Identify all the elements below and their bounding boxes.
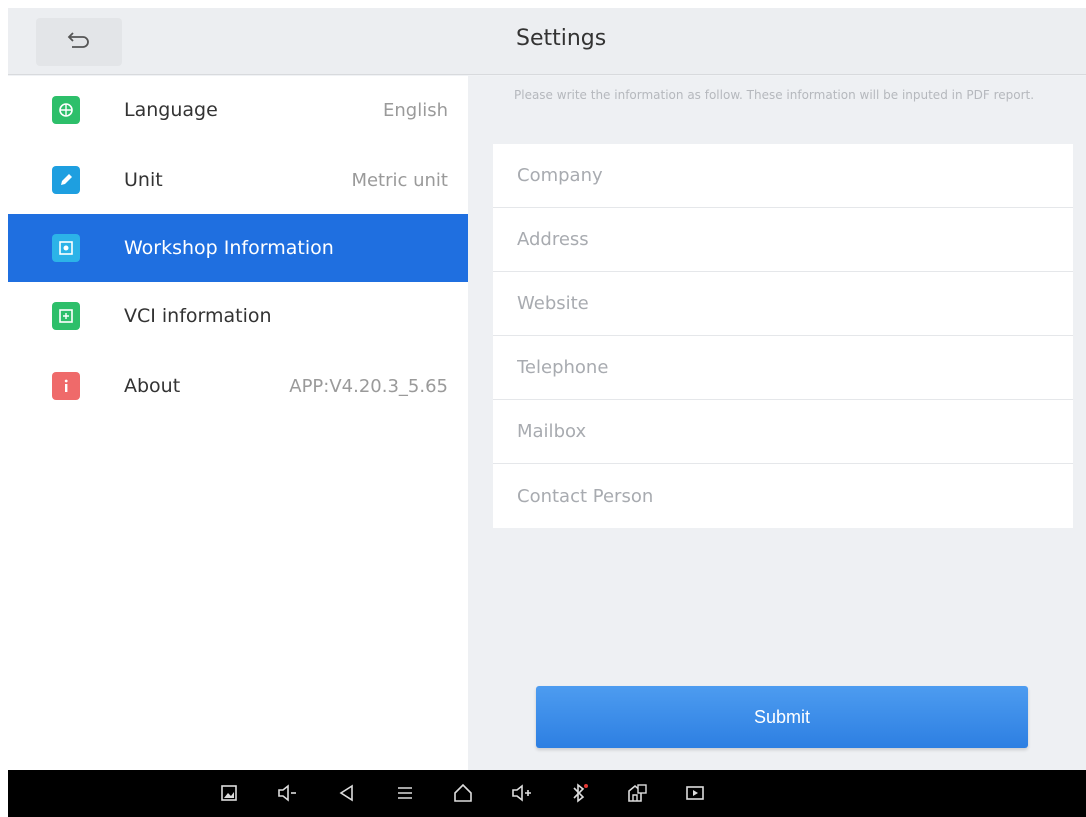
back-button[interactable] <box>36 18 122 66</box>
instructions-text: Please write the information as follow. … <box>514 88 1035 102</box>
settings-sidebar: Language English Unit Metric unit Worksh… <box>8 76 468 770</box>
screenshot-icon[interactable] <box>218 782 240 804</box>
address-field <box>493 208 1073 272</box>
mailbox-input[interactable] <box>517 421 1073 442</box>
screen-record-icon[interactable] <box>684 782 706 804</box>
globe-icon <box>52 96 80 124</box>
sidebar-item-label: VCI information <box>124 305 272 327</box>
sidebar-item-about[interactable]: About APP:V4.20.3_5.65 <box>8 352 468 420</box>
sidebar-item-unit[interactable]: Unit Metric unit <box>8 146 468 214</box>
mailbox-field <box>493 400 1073 464</box>
volume-down-icon[interactable] <box>276 782 298 804</box>
edit-icon <box>52 166 80 194</box>
website-field <box>493 272 1073 336</box>
back-arrow-icon <box>66 30 92 54</box>
sidebar-item-label: Unit <box>124 169 163 191</box>
page-title: Settings <box>516 26 607 51</box>
vci-connect-icon[interactable] <box>626 782 648 804</box>
app-window: Settings Language English Unit Metric un… <box>8 8 1086 817</box>
info-icon <box>52 372 80 400</box>
sidebar-item-workshop-information[interactable]: Workshop Information <box>8 214 468 282</box>
sidebar-item-label: About <box>124 375 181 397</box>
sidebar-item-label: Language <box>124 99 218 121</box>
workshop-form <box>493 144 1073 528</box>
telephone-input[interactable] <box>517 357 1073 378</box>
website-input[interactable] <box>517 293 1073 314</box>
sidebar-item-value: APP:V4.20.3_5.65 <box>289 375 448 397</box>
vci-icon <box>52 302 80 330</box>
home-icon[interactable] <box>452 782 474 804</box>
sidebar-item-language[interactable]: Language English <box>8 76 468 144</box>
workshop-icon <box>52 234 80 262</box>
telephone-field <box>493 336 1073 400</box>
contact-person-input[interactable] <box>517 485 1073 507</box>
address-input[interactable] <box>517 229 1073 250</box>
sidebar-item-value: Metric unit <box>351 169 448 191</box>
sidebar-item-vci-information[interactable]: VCI information <box>8 282 468 350</box>
contact-person-field <box>493 464 1073 528</box>
menu-icon[interactable] <box>394 782 416 804</box>
submit-button[interactable]: Submit <box>536 686 1028 748</box>
company-field <box>493 144 1073 208</box>
sidebar-item-value: English <box>383 99 448 121</box>
header-bar: Settings <box>8 8 1086 75</box>
volume-up-icon[interactable] <box>510 782 532 804</box>
system-navigation-bar <box>8 770 1086 817</box>
workshop-information-panel: Please write the information as follow. … <box>468 76 1086 770</box>
company-input[interactable] <box>517 165 1073 186</box>
sidebar-item-label: Workshop Information <box>124 237 334 259</box>
bluetooth-icon[interactable] <box>568 782 590 804</box>
back-icon[interactable] <box>336 782 358 804</box>
